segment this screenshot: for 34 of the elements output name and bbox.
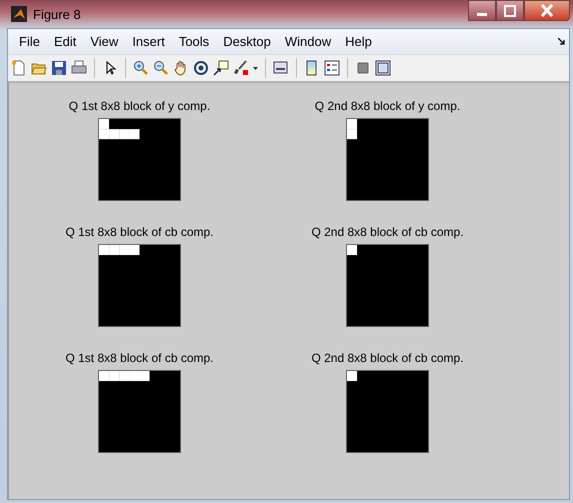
brush-icon[interactable] (233, 60, 249, 76)
menu-item[interactable]: Insert (125, 34, 172, 49)
axes-title: Q 2nd 8x8 block of y comp. (314, 99, 460, 113)
maximize-icon (504, 4, 516, 16)
zoom-in-icon[interactable] (133, 60, 149, 76)
window-title: Figure 8 (33, 6, 81, 22)
close-button[interactable] (524, 0, 570, 21)
menu-item[interactable]: Tools (172, 34, 216, 49)
caret-icon[interactable] (253, 66, 258, 70)
axes-title: Q 1st 8x8 block of cb comp. (65, 351, 214, 365)
close-icon (541, 4, 553, 17)
zoom-out-icon[interactable] (153, 60, 169, 76)
square-icon[interactable] (355, 60, 371, 76)
maximize-button[interactable] (496, 0, 524, 21)
minimize-button[interactable] (468, 0, 496, 21)
data-cursor-icon[interactable] (213, 60, 229, 76)
axes-title: Q 2nd 8x8 block of cb comp. (311, 351, 464, 365)
save-icon[interactable] (51, 60, 67, 76)
dock-arrow-icon[interactable] (558, 38, 565, 45)
app-logo-icon (11, 6, 27, 22)
print-icon[interactable] (71, 60, 87, 76)
menu-item[interactable]: Desktop (216, 34, 278, 49)
minimize-icon (477, 13, 487, 16)
menu-item[interactable]: View (83, 34, 126, 49)
menu-item[interactable]: File (12, 34, 47, 49)
panel-icon[interactable] (375, 60, 391, 76)
menu-item[interactable]: Window (278, 34, 338, 49)
new-file-icon[interactable] (11, 60, 27, 76)
legend-icon[interactable] (324, 60, 340, 76)
axes-title: Q 1st 8x8 block of y comp. (68, 99, 210, 113)
axes-title: Q 1st 8x8 block of cb comp. (65, 225, 214, 239)
menu-item[interactable]: Edit (46, 34, 84, 49)
menu-item[interactable]: Help (338, 34, 379, 49)
axes-title: Q 2nd 8x8 block of cb comp. (311, 225, 464, 239)
